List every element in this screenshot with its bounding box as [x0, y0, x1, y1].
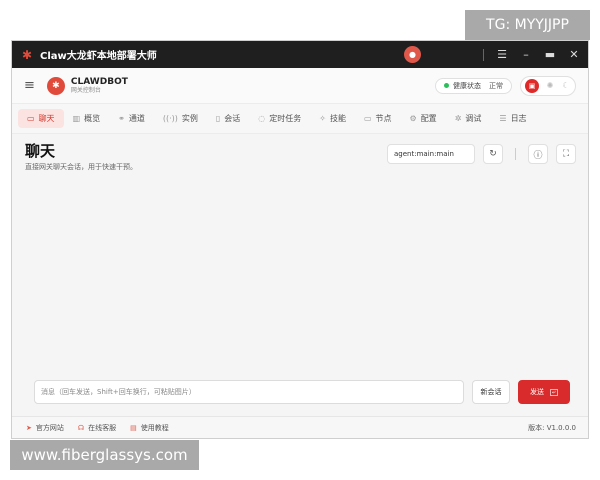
theme-red-icon[interactable]: ▣ — [525, 78, 539, 93]
tab-1[interactable]: ▥ 概览 — [64, 109, 110, 128]
page-subtitle: 直接网关聊天会话，用于快速干预。 — [25, 163, 137, 171]
chart-icon: ▥ — [72, 114, 81, 123]
minimize-icon[interactable]: – — [520, 48, 532, 61]
link-icon: ⚭ — [118, 114, 125, 123]
new-session-button[interactable]: 新会话 — [472, 380, 510, 404]
tab-2[interactable]: ⚭ 通道 — [109, 109, 154, 128]
tab-label: 实例 — [181, 114, 198, 123]
tab-label: 聊天 — [38, 114, 55, 123]
signal-icon: ((·)) — [162, 114, 178, 123]
log-icon: ☰ — [499, 114, 507, 123]
tab-label: 通道 — [128, 114, 145, 123]
rocket-icon: ➤ — [26, 423, 32, 432]
tab-6[interactable]: ✧ 技能 — [310, 109, 355, 128]
gear-icon: ⚙ — [409, 114, 417, 123]
maximize-icon[interactable]: ▬ — [544, 48, 556, 61]
document-icon: ▯ — [215, 114, 221, 123]
tab-5[interactable]: ◌ 定时任务 — [249, 109, 310, 128]
crab-icon: ✱ — [21, 47, 33, 62]
health-status-text: 正常 — [489, 81, 503, 90]
controls-divider — [515, 148, 516, 160]
version-label: 版本: V1.0.0.0 — [528, 423, 576, 432]
tab-7[interactable]: ▭ 节点 — [355, 109, 401, 128]
tab-label: 日志 — [510, 114, 527, 123]
brand-name: CLAWDBOT — [70, 76, 128, 87]
watermark-top: TG: MYYJJPP — [465, 10, 590, 40]
online-support-link[interactable]: ☊ 在线客服 — [78, 423, 116, 433]
official-site-link[interactable]: ➤ 官方网站 — [26, 423, 64, 433]
tab-label: 节点 — [375, 114, 392, 123]
monitor-icon: ▭ — [363, 114, 372, 123]
clock-icon: ◌ — [258, 114, 266, 123]
chat-icon: ▭ — [27, 114, 35, 123]
sparkle-icon: ✧ — [319, 114, 326, 123]
nav-tabs: ▭ 聊天 ▥ 概览 ⚭ 通道 ((·)) 实例 ▯ 会话 ◌ 定时任务 ✧ 技能 ▭ 节点 ⚙ 配置 ✲ 调试 ☰ 日志 — [12, 104, 588, 134]
page-title: 聊天 — [25, 142, 56, 160]
tab-label: 配置 — [420, 114, 437, 123]
app-window: ✱ Claw大龙虾本地部署大师 ● ☰ – ▬ ✕ ≡ ✱ CLAWDBOT 网… — [11, 40, 589, 439]
page-header: 聊天 直接网关聊天会话，用于快速干预。 ↻ ⓘ ⛶ — [12, 134, 588, 174]
info-icon[interactable]: ⓘ — [528, 144, 548, 164]
tab-9[interactable]: ✲ 调试 — [446, 109, 491, 128]
sun-icon[interactable]: ✺ — [545, 81, 555, 90]
tutorial-label: 使用教程 — [140, 423, 169, 432]
app-header: ≡ ✱ CLAWDBOT 网关控制台 健康状态 正常 ▣ ✺ ☾ — [12, 68, 588, 104]
hamburger-icon[interactable]: ≡ — [24, 78, 35, 93]
health-status-badge: 健康状态 正常 — [435, 77, 512, 94]
book-icon: ▤ — [130, 423, 137, 432]
official-site-label: 官方网站 — [35, 423, 64, 432]
tab-8[interactable]: ⚙ 配置 — [401, 109, 446, 128]
menu-icon[interactable]: ☰ — [496, 48, 508, 61]
watermark-bottom: www.fiberglassys.com — [10, 440, 199, 470]
brand-subtitle: 网关控制台 — [70, 86, 101, 94]
refresh-icon[interactable]: ↻ — [483, 144, 503, 164]
send-label: 发送 — [530, 388, 544, 396]
tab-label: 调试 — [465, 114, 482, 123]
bug-icon: ✲ — [454, 114, 462, 123]
window-title: Claw大龙虾本地部署大师 — [40, 51, 157, 62]
footer: ➤ 官方网站 ☊ 在线客服 ▤ 使用教程 版本: V1.0.0.0 — [12, 416, 588, 438]
theme-switcher: ▣ ✺ ☾ — [520, 75, 576, 96]
chat-messages-area[interactable] — [12, 204, 588, 374]
enter-key-icon: ↵ — [550, 388, 558, 396]
status-dot-icon — [444, 83, 449, 88]
send-button[interactable]: 发送 ↵ — [518, 380, 570, 404]
tab-label: 概览 — [84, 114, 101, 123]
tab-3[interactable]: ((·)) 实例 — [154, 109, 207, 128]
titlebar-divider — [483, 48, 484, 61]
headset-icon: ☊ — [77, 423, 85, 432]
close-icon[interactable]: ✕ — [568, 48, 580, 61]
health-label: 健康状态 — [453, 81, 481, 90]
tab-label: 定时任务 — [269, 114, 302, 123]
message-input[interactable]: 消息（回车发送，Shift+回车换行，可粘贴图片） — [34, 380, 464, 404]
title-bar: ✱ Claw大龙虾本地部署大师 ● ☰ – ▬ ✕ — [12, 41, 588, 68]
tab-10[interactable]: ☰ 日志 — [490, 109, 535, 128]
online-support-label: 在线客服 — [88, 423, 117, 432]
tab-label: 技能 — [329, 114, 346, 123]
message-composer: 消息（回车发送，Shift+回车换行，可粘贴图片） 新会话 发送 ↵ — [34, 380, 570, 406]
focus-icon[interactable]: ⛶ — [556, 144, 576, 164]
tutorial-link[interactable]: ▤ 使用教程 — [130, 423, 169, 433]
tab-0[interactable]: ▭ 聊天 — [18, 109, 64, 128]
session-key-input[interactable] — [387, 144, 475, 164]
tab-label: 会话 — [224, 114, 241, 123]
brand-logo-icon: ✱ — [46, 76, 65, 95]
moon-icon[interactable]: ☾ — [561, 81, 571, 90]
app-avatar-icon[interactable]: ● — [404, 46, 421, 63]
tab-4[interactable]: ▯ 会话 — [207, 109, 249, 128]
